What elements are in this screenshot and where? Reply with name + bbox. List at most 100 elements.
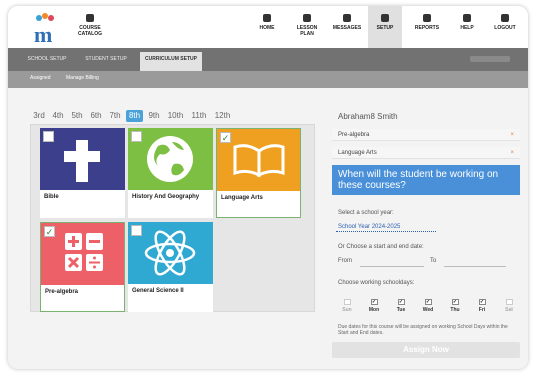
school-year-select[interactable]: School Year 2024-2025 xyxy=(336,223,436,232)
svg-text:m: m xyxy=(34,22,52,44)
day-label: Fri xyxy=(478,307,486,313)
assigned-course-name: Pre-algebra xyxy=(338,132,370,138)
to-label: To xyxy=(430,258,437,264)
tab-school-setup[interactable]: SCHOOL SETUP xyxy=(22,53,72,71)
course-card-pre-algebra[interactable]: ✓ Pre-algebra xyxy=(40,222,125,312)
tab-student-setup[interactable]: STUDENT SETUP xyxy=(80,53,132,71)
x-icon[interactable]: × xyxy=(510,147,514,159)
course-name-language-arts: Language Arts xyxy=(221,195,263,201)
book-icon xyxy=(303,14,311,22)
nav-lesson-plan-label: LESSON PLAN xyxy=(296,25,318,37)
course-card-general-science[interactable]: General Science II xyxy=(128,222,213,312)
day-checkbox[interactable]: ✓ xyxy=(451,299,459,305)
course-name-pre-algebra: Pre-algebra xyxy=(45,289,79,295)
sub-tab-bar: Assigned Manage Billing xyxy=(8,71,528,88)
assigned-course-name: Language Arts xyxy=(338,150,377,156)
course-grid: Bible History And Geography ✓ Language A… xyxy=(30,124,315,312)
due-dates-note: Due dates for this course will be assign… xyxy=(338,324,508,336)
day-toggle-tue[interactable]: ✓ Tue xyxy=(390,299,412,313)
student-name: Abraham8 Smith xyxy=(338,112,398,121)
day-checkbox[interactable]: ✓ xyxy=(397,299,405,305)
course-name-history-geography: History And Geography xyxy=(132,194,200,200)
grade-4th[interactable]: 4th xyxy=(50,110,66,122)
mindstamp-logo-icon[interactable]: m xyxy=(30,12,62,44)
power-icon xyxy=(501,14,509,22)
course-card-language-arts[interactable]: ✓ Language Arts xyxy=(216,128,301,218)
day-label: Mon xyxy=(368,307,380,313)
nav-home[interactable]: HOME xyxy=(250,14,284,31)
grade-11th[interactable]: 11th xyxy=(189,110,209,122)
home-icon xyxy=(263,14,271,22)
course-name-bible: Bible xyxy=(44,194,59,200)
day-checkbox[interactable] xyxy=(505,299,513,305)
assign-now-button[interactable]: Assign Now xyxy=(332,342,520,358)
grid-icon xyxy=(423,14,431,22)
day-toggle-mon[interactable]: ✓ Mon xyxy=(363,299,385,313)
nav-setup[interactable]: SETUP xyxy=(368,6,402,48)
grade-9th[interactable]: 9th xyxy=(146,110,162,122)
grade-3rd[interactable]: 3rd xyxy=(30,110,48,122)
grade-5th[interactable]: 5th xyxy=(69,110,85,122)
mail-icon xyxy=(343,14,351,22)
day-checkbox[interactable] xyxy=(343,299,351,305)
app-window: m COURSE CATALOG HOME LESSON PLAN MESSAG… xyxy=(8,6,528,369)
subtab-assigned[interactable]: Assigned xyxy=(30,75,51,81)
course-name-general-science: General Science II xyxy=(132,288,184,294)
nav-home-label: HOME xyxy=(259,25,275,31)
nav-reports[interactable]: REPORTS xyxy=(410,14,444,31)
nav-help[interactable]: HELP xyxy=(450,14,484,31)
top-navigation-bar: m COURSE CATALOG HOME LESSON PLAN MESSAG… xyxy=(8,6,528,48)
gear-icon xyxy=(381,14,389,22)
course-card-bible[interactable]: Bible xyxy=(40,128,125,218)
x-icon[interactable]: × xyxy=(510,129,514,141)
nav-messages[interactable]: MESSAGES xyxy=(330,14,364,31)
tab-curriculum-setup[interactable]: CURRICULUM SETUP xyxy=(140,52,202,71)
nav-setup-label: SETUP xyxy=(376,25,394,31)
grade-7th[interactable]: 7th xyxy=(107,110,123,122)
course-checkbox-language-arts[interactable]: ✓ xyxy=(220,132,231,143)
course-checkbox-bible[interactable] xyxy=(43,131,54,142)
schooldays-label: Choose working schooldays: xyxy=(338,280,415,286)
day-checkbox[interactable]: ✓ xyxy=(478,299,486,305)
grade-12th[interactable]: 12th xyxy=(212,110,233,122)
day-checkbox[interactable]: ✓ xyxy=(424,299,432,305)
day-checkbox[interactable]: ✓ xyxy=(370,299,378,305)
day-toggle-sat[interactable]: Sat xyxy=(498,299,520,313)
setup-tab-bar: SCHOOL SETUP STUDENT SETUP CURRICULUM SE… xyxy=(8,48,528,71)
day-label: Sat xyxy=(505,307,513,313)
course-catalog-label: COURSE CATALOG xyxy=(78,25,102,37)
nav-messages-label: MESSAGES xyxy=(332,25,362,31)
day-toggle-sun[interactable]: Sun xyxy=(336,299,358,313)
day-label: Tue xyxy=(396,307,406,313)
nav-logout[interactable]: LOGOUT xyxy=(488,14,522,31)
course-checkbox-pre-algebra[interactable]: ✓ xyxy=(44,226,55,237)
question-icon xyxy=(463,14,471,22)
grade-8th[interactable]: 8th xyxy=(126,110,143,122)
grade-6th[interactable]: 6th xyxy=(88,110,104,122)
course-card-history-geography[interactable]: History And Geography xyxy=(128,128,213,218)
from-label: From xyxy=(338,258,352,264)
assigned-course-row: Language Arts × xyxy=(332,147,520,159)
course-catalog-button[interactable]: COURSE CATALOG xyxy=(70,14,110,37)
end-date-input[interactable] xyxy=(444,266,506,267)
schedule-question: When will the student be working on thes… xyxy=(332,165,520,195)
day-label: Sun xyxy=(342,307,352,313)
date-range-label: Or Choose a start and end date: xyxy=(338,244,424,250)
day-label: Wed xyxy=(422,307,434,313)
start-date-input[interactable] xyxy=(360,266,424,267)
nav-logout-label: LOGOUT xyxy=(494,25,516,31)
nav-reports-label: REPORTS xyxy=(414,25,440,31)
course-checkbox-general-science[interactable] xyxy=(131,225,142,236)
day-toggle-wed[interactable]: ✓ Wed xyxy=(417,299,439,313)
subtab-manage-billing[interactable]: Manage Billing xyxy=(66,75,99,81)
day-toggle-thu[interactable]: ✓ Thu xyxy=(444,299,466,313)
day-toggle-fri[interactable]: ✓ Fri xyxy=(471,299,493,313)
assignment-panel: Abraham8 Smith Pre-algebra × Language Ar… xyxy=(330,110,522,360)
course-checkbox-history-geography[interactable] xyxy=(131,131,142,142)
tabbar-right-placeholder xyxy=(470,56,510,62)
nav-lesson-plan[interactable]: LESSON PLAN xyxy=(290,14,324,37)
assigned-course-row: Pre-algebra × xyxy=(332,129,520,141)
nav-help-label: HELP xyxy=(460,25,474,31)
select-year-label: Select a school year: xyxy=(338,210,394,216)
grade-10th[interactable]: 10th xyxy=(165,110,186,122)
